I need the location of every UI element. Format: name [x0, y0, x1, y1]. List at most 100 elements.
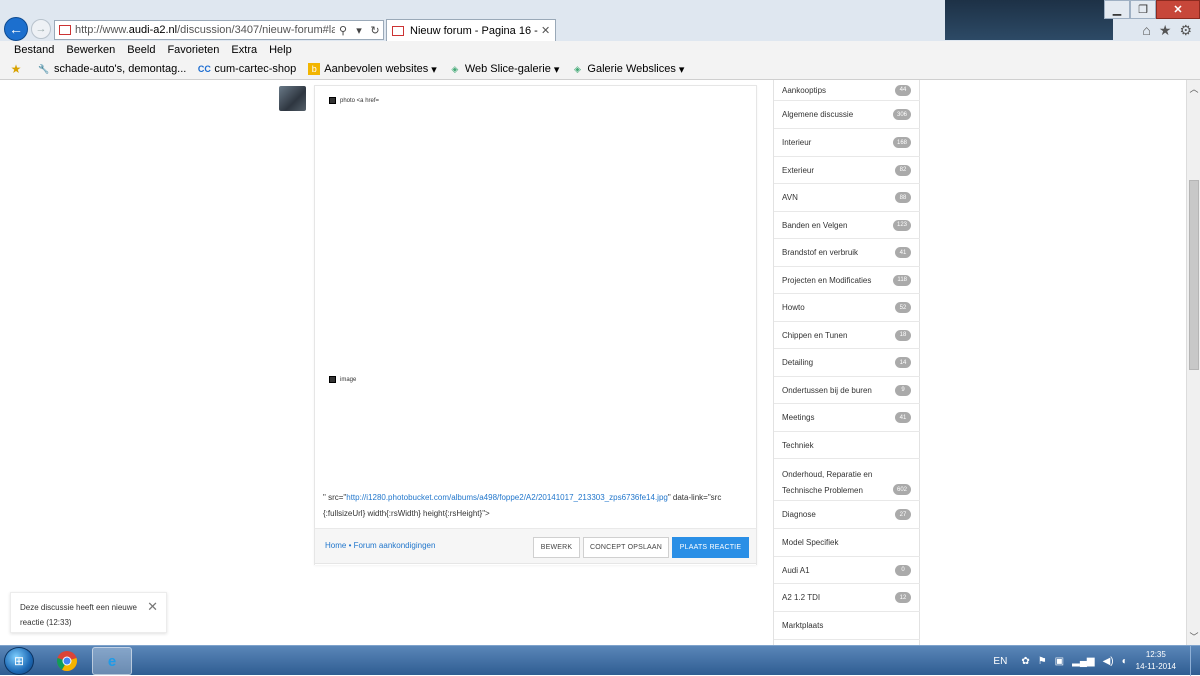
clock-date: 14-11-2014 — [1135, 662, 1176, 671]
back-button[interactable]: ← — [4, 17, 28, 41]
category-item[interactable]: Howto 52 — [774, 294, 920, 322]
dropdown-arrow-icon[interactable]: ▾ — [351, 24, 367, 37]
favorite-galerie[interactable]: ◈ Galerie Webslices ▾ — [571, 63, 685, 76]
cc-icon: CC — [197, 64, 211, 74]
favorite-aanbevolen[interactable]: b Aanbevolen websites ▾ — [308, 63, 437, 76]
new-reply-notification[interactable]: Deze discussie heeft een nieuwe reactie … — [10, 592, 167, 633]
edit-button[interactable]: BEWERK — [533, 537, 580, 558]
notification-text: Deze discussie heeft een nieuwe reactie … — [20, 603, 137, 627]
category-item[interactable]: Exterieur 82 — [774, 157, 920, 184]
language-indicator[interactable]: EN — [993, 656, 1007, 667]
category-item[interactable]: Meetings 41 — [774, 404, 920, 432]
category-count-badge: 0 — [895, 564, 911, 576]
network-signal-icon[interactable]: ▂▄▆ — [1072, 656, 1094, 667]
scroll-down-arrow-icon[interactable]: ﹀ — [1187, 628, 1200, 645]
device-icon[interactable]: ▣ — [1055, 656, 1064, 667]
tab-favicon — [392, 25, 404, 36]
webslice-icon: ◈ — [451, 63, 459, 74]
category-item[interactable]: Audi A1 0 — [774, 557, 920, 584]
refresh-icon[interactable]: ↻ — [367, 24, 383, 37]
save-draft-button[interactable]: CONCEPT OPSLAAN — [583, 537, 669, 558]
address-url[interactable]: http://www.audi-a2.nl/discussion/3407/ni… — [75, 24, 335, 36]
category-item[interactable]: Detailing 14 — [774, 349, 920, 377]
close-tab-icon[interactable]: ✕ — [541, 24, 555, 37]
category-item[interactable]: Interieur 168 — [774, 129, 920, 157]
menu-extra[interactable]: Extra — [231, 41, 257, 59]
vertical-scrollbar[interactable]: ︿ ﹀ — [1186, 80, 1200, 645]
post-reply-button[interactable]: PLAATS REACTIE — [672, 537, 749, 558]
tray-circle-icon[interactable]: ◐ — [1122, 656, 1128, 667]
search-icon[interactable]: ⚲ — [335, 24, 351, 37]
post-raw-html-text: " src="http://i1280.photobucket.com/albu… — [323, 490, 753, 522]
start-button[interactable]: ⊞ — [4, 647, 34, 675]
favorites-add-icon[interactable]: ★ — [10, 62, 26, 76]
browser-toolbar-icons: ⌂ ★ ⚙ — [1142, 22, 1192, 39]
image-alt-text: photo <a href= — [340, 97, 380, 104]
category-group-marktplaats[interactable]: Marktplaats — [774, 612, 920, 640]
home-icon[interactable]: ⌂ — [1142, 22, 1150, 39]
category-item[interactable]: Projecten en Modificaties 118 — [774, 267, 920, 294]
category-item[interactable]: Diagnose 27 — [774, 501, 920, 529]
menu-bar: Bestand Bewerken Beeld Favorieten Extra … — [0, 41, 1200, 59]
favorite-label: Web Slice-galerie — [464, 63, 551, 75]
favorite-label: Aanbevolen websites — [324, 63, 429, 75]
category-count-badge: 41 — [895, 412, 911, 423]
favorite-cum-cartec[interactable]: CC cum-cartec-shop — [198, 63, 296, 75]
settings-gear-icon[interactable]: ⚙ — [1179, 22, 1192, 39]
category-item[interactable]: Chippen en Tunen 18 — [774, 322, 920, 349]
internet-explorer-taskbar-icon[interactable]: e — [92, 647, 132, 675]
tray-app-icon[interactable]: ✿ — [1021, 656, 1029, 667]
system-clock[interactable]: 12:35 14-11-2014 — [1136, 649, 1176, 673]
category-item[interactable]: Onderhoud, Reparatie en Technische Probl… — [774, 459, 920, 501]
category-item[interactable]: Brandstof en verbruik 41 — [774, 239, 920, 267]
forward-button[interactable]: → — [31, 19, 51, 39]
close-icon[interactable]: ✕ — [147, 599, 158, 614]
favorite-schade-autos[interactable]: 🔧 schade-auto's, demontag... — [38, 63, 186, 75]
background-window-preview — [945, 0, 1113, 40]
car-icon: 🔧 — [38, 63, 50, 74]
category-item[interactable]: Banden en Velgen 123 — [774, 212, 920, 239]
windows-taskbar: ⊞ e EN ✿ ⚑ ▣ ▂▄▆ ◀) ◐ 12:35 14-11-2014 — [0, 645, 1200, 676]
category-item[interactable]: Ondertussen bij de buren 9 — [774, 377, 920, 404]
category-item[interactable]: AVN 88 — [774, 184, 920, 212]
site-favicon — [59, 25, 71, 35]
show-desktop-button[interactable] — [1190, 646, 1200, 676]
menu-bestand[interactable]: Bestand — [14, 41, 54, 59]
code-suffix: " data-link="src — [667, 493, 722, 502]
user-avatar[interactable] — [279, 86, 306, 111]
url-domain: audi-a2.nl — [128, 24, 178, 36]
category-item[interactable]: Algemene discussie 306 — [774, 101, 920, 129]
favorites-star-icon[interactable]: ★ — [1159, 22, 1172, 39]
category-count-badge: 44 — [895, 84, 911, 96]
maximize-button[interactable]: ❐ — [1130, 0, 1156, 19]
category-count-badge: 18 — [895, 329, 911, 341]
address-bar[interactable]: http://www.audi-a2.nl/discussion/3407/ni… — [54, 20, 384, 40]
flag-icon[interactable]: ⚑ — [1038, 656, 1047, 667]
tab-title: Nieuw forum - Pagina 16 - ... — [410, 24, 541, 37]
chrome-taskbar-icon[interactable] — [47, 647, 87, 675]
favorite-label: Galerie Webslices — [587, 63, 676, 75]
broken-image-1: photo <a href= — [329, 97, 379, 104]
volume-icon[interactable]: ◀) — [1103, 656, 1114, 667]
menu-beeld[interactable]: Beeld — [127, 41, 155, 59]
favorites-bar: ★ 🔧 schade-auto's, demontag... CC cum-cart… — [0, 59, 1200, 79]
breadcrumb[interactable]: Home • Forum aankondigingen — [325, 541, 435, 550]
category-item[interactable]: A2 1.2 TDI 12 — [774, 584, 920, 612]
minimize-button[interactable]: ▁ — [1104, 0, 1130, 19]
category-label: Model Specifiek — [782, 538, 839, 547]
category-item[interactable]: Aankooptips 44 — [774, 80, 920, 101]
close-window-button[interactable]: ✕ — [1156, 0, 1200, 19]
page-content: photo <a href= image " src="http://i1280… — [0, 80, 1186, 645]
scrollbar-thumb[interactable] — [1189, 180, 1199, 370]
scroll-up-arrow-icon[interactable]: ︿ — [1187, 80, 1200, 97]
menu-bewerken[interactable]: Bewerken — [66, 41, 115, 59]
menu-help[interactable]: Help — [269, 41, 292, 59]
browser-tab[interactable]: Nieuw forum - Pagina 16 - ... ✕ — [386, 19, 556, 41]
favorite-web-slice[interactable]: ◈ Web Slice-galerie ▾ — [449, 63, 559, 76]
code-prefix: " src=" — [323, 493, 347, 502]
category-count-badge: 52 — [895, 302, 911, 313]
menu-favorieten[interactable]: Favorieten — [167, 41, 219, 59]
category-group-techniek[interactable]: Techniek — [774, 432, 920, 459]
photobucket-link[interactable]: http://i1280.photobucket.com/albums/a498… — [346, 493, 668, 502]
category-group-model-specifiek[interactable]: Model Specifiek — [774, 529, 920, 557]
